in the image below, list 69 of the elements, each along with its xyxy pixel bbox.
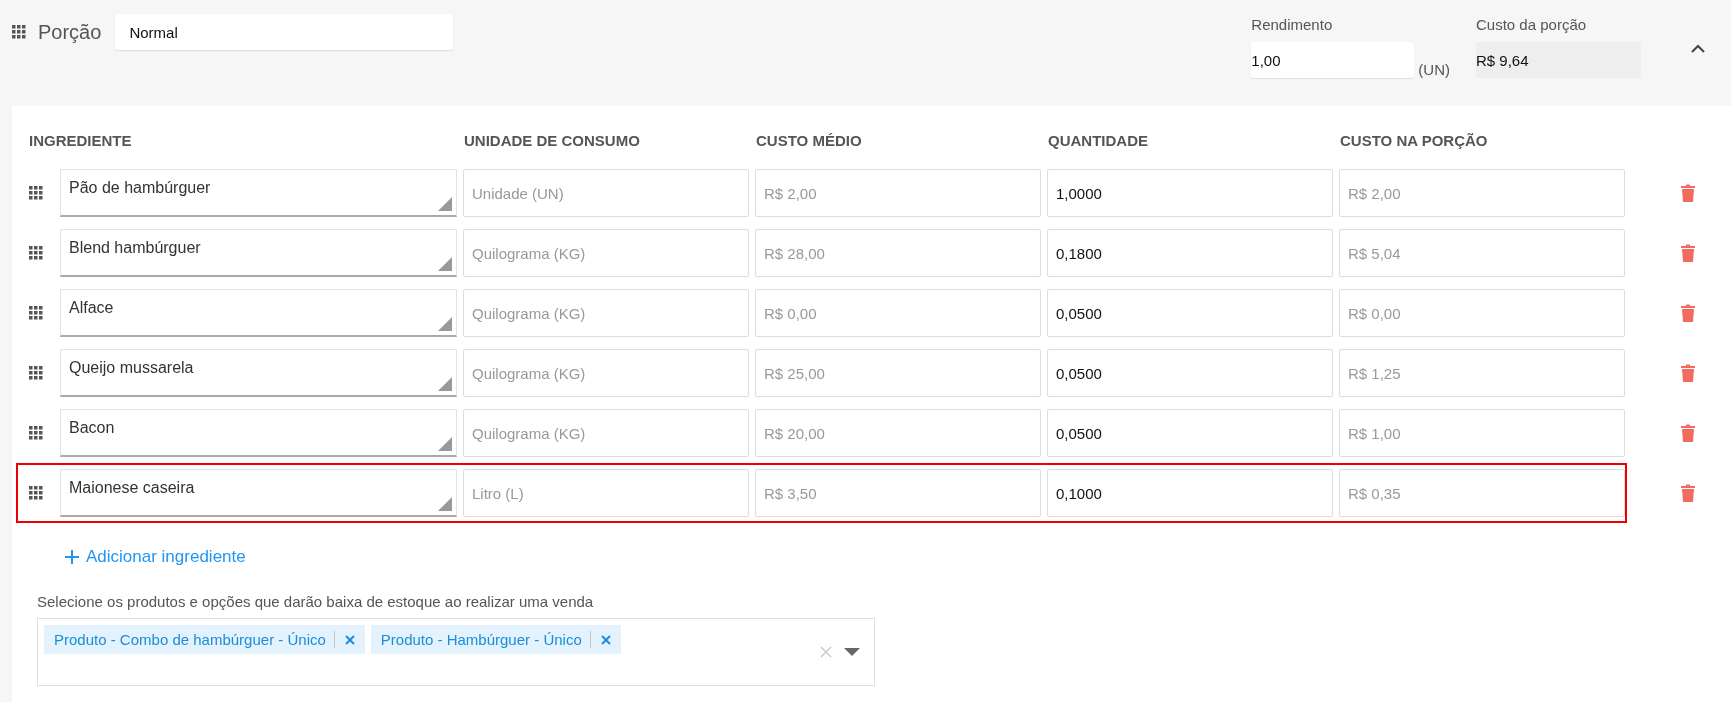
drag-handle-icon[interactable]: [12, 25, 26, 39]
plus-icon: [64, 549, 80, 565]
quantity-field[interactable]: 0,1800: [1047, 229, 1333, 277]
portion-cost-field: R$ 1,00: [1339, 409, 1625, 457]
trash-icon[interactable]: [1681, 184, 1695, 202]
trash-icon[interactable]: [1681, 484, 1695, 502]
unit-field: Quilograma (KG): [463, 229, 749, 277]
column-header: CUSTO NA PORÇÃO: [1340, 132, 1489, 149]
quantity-field[interactable]: 0,0500: [1047, 349, 1333, 397]
remove-icon[interactable]: [344, 634, 355, 645]
column-header: UNIDADE DE CONSUMO: [464, 132, 641, 149]
drag-handle-icon[interactable]: [29, 486, 43, 500]
average-cost-field: R$ 3,50: [755, 469, 1041, 517]
average-cost-field: R$ 28,00: [755, 229, 1041, 277]
corner-triangle-icon: [438, 257, 452, 271]
portion-cost-field: R$ 1,25: [1339, 349, 1625, 397]
ingredient-select[interactable]: Queijo mussarela: [60, 349, 457, 397]
dropdown-caret-icon[interactable]: [844, 648, 860, 656]
column-header: CUSTO MÉDIO: [756, 132, 863, 149]
portion-label: Porção: [38, 20, 102, 44]
column-header: INGREDIENTE: [29, 132, 133, 149]
portion-cost-field: R$ 5,04: [1339, 229, 1625, 277]
portion-cost-field: R$ 2,00: [1339, 169, 1625, 217]
corner-triangle-icon: [438, 437, 452, 451]
product-tag: Produto - Combo de hambúrguer - Único: [44, 625, 365, 654]
portion-cost-label: Custo da porção: [1476, 16, 1588, 33]
portion-cost-field: R$ 9,64: [1476, 42, 1641, 78]
ingredient-select[interactable]: Blend hambúrguer: [60, 229, 457, 277]
unit-field: Quilograma (KG): [463, 289, 749, 337]
products-label: Selecione os produtos e opções que darão baixa de estoque ao realizar uma venda: [37, 593, 595, 610]
yield-field[interactable]: 1,00: [1251, 42, 1415, 78]
average-cost-field: R$ 25,00: [755, 349, 1041, 397]
product-tag: Produto - Hambúrguer - Único: [370, 625, 621, 654]
corner-triangle-icon: [438, 377, 452, 391]
ingredient-select[interactable]: Pão de hambúrguer: [60, 169, 457, 217]
ingredient-select[interactable]: Maionese caseira: [60, 469, 457, 517]
unit-field: Quilograma (KG): [463, 409, 749, 457]
trash-icon[interactable]: [1681, 424, 1695, 442]
quantity-field[interactable]: 0,0500: [1047, 409, 1333, 457]
yield-unit: (UN): [1418, 61, 1450, 78]
unit-field: Litro (L): [463, 469, 749, 517]
average-cost-field: R$ 0,00: [755, 289, 1041, 337]
portion-name-field[interactable]: Normal: [115, 14, 454, 50]
ingredient-select[interactable]: Alface: [60, 289, 457, 337]
collapse-icon[interactable]: [1689, 42, 1707, 55]
drag-handle-icon[interactable]: [29, 306, 43, 320]
trash-icon[interactable]: [1681, 304, 1695, 322]
portion-cost-field: R$ 0,35: [1339, 469, 1625, 517]
average-cost-field: R$ 2,00: [755, 169, 1041, 217]
drag-handle-icon[interactable]: [29, 426, 43, 440]
trash-icon[interactable]: [1681, 244, 1695, 262]
drag-handle-icon[interactable]: [29, 246, 43, 260]
quantity-field[interactable]: 1,0000: [1047, 169, 1333, 217]
quantity-field[interactable]: 0,0500: [1047, 289, 1333, 337]
unit-field: Quilograma (KG): [463, 349, 749, 397]
remove-icon[interactable]: [600, 634, 611, 645]
corner-triangle-icon: [438, 497, 452, 511]
trash-icon[interactable]: [1681, 364, 1695, 382]
portion-cost-field: R$ 0,00: [1339, 289, 1625, 337]
drag-handle-icon[interactable]: [29, 186, 43, 200]
yield-label: Rendimento: [1251, 16, 1334, 33]
corner-triangle-icon: [438, 197, 452, 211]
corner-triangle-icon: [438, 317, 452, 331]
drag-handle-icon[interactable]: [29, 366, 43, 380]
quantity-field[interactable]: 0,1000: [1047, 469, 1333, 517]
unit-field: Unidade (UN): [463, 169, 749, 217]
ingredient-select[interactable]: Bacon: [60, 409, 457, 457]
column-header: QUANTIDADE: [1048, 132, 1149, 149]
average-cost-field: R$ 20,00: [755, 409, 1041, 457]
